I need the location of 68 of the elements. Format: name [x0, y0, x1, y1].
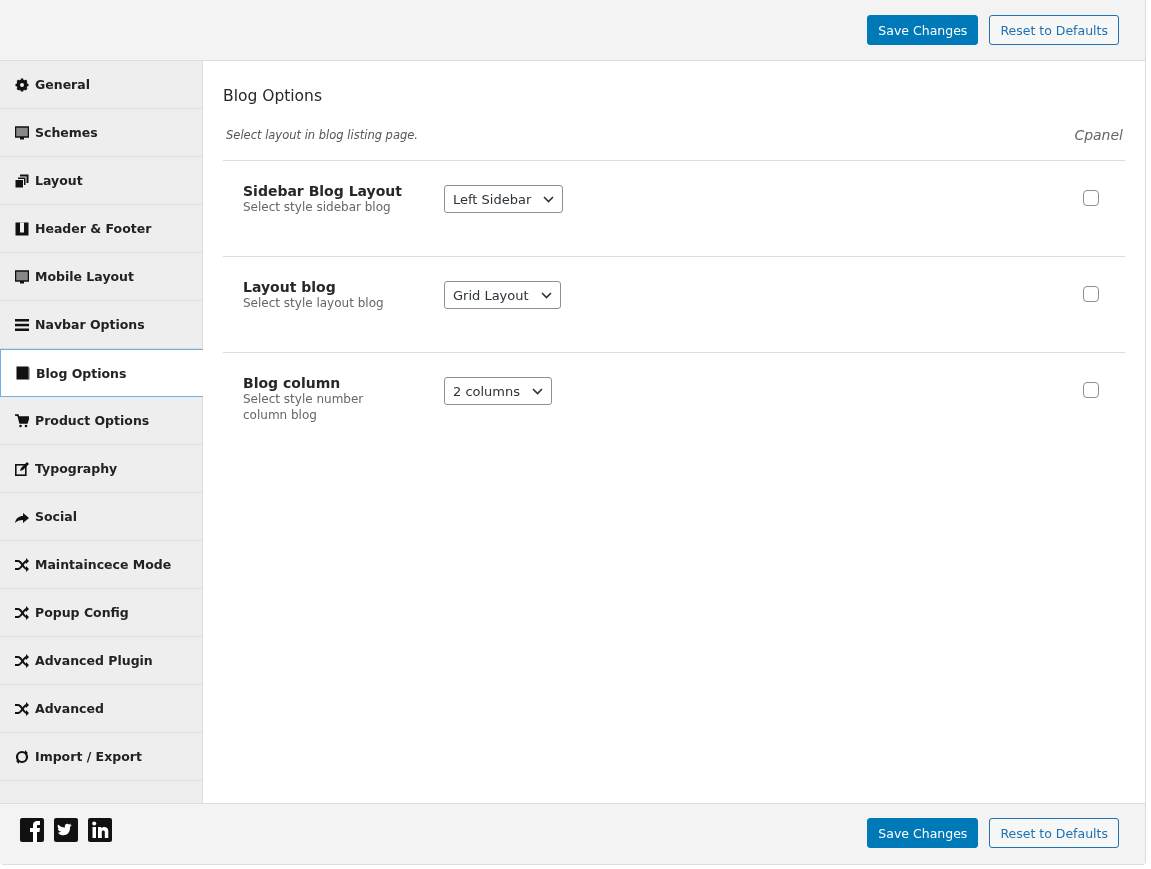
sidebar-item[interactable]: Header & Footer	[0, 205, 202, 253]
shuffle-icon	[15, 701, 29, 716]
side-label: Cpanel	[1074, 127, 1123, 143]
sidebar-item[interactable]: Blog Options	[0, 349, 204, 397]
chevron-down-icon	[540, 291, 552, 299]
setting-hint: Select style sidebar blog	[243, 199, 392, 215]
menu-icon	[15, 317, 29, 332]
reset-button[interactable]: Reset to Defaults	[989, 15, 1119, 45]
sidebar-item[interactable]: Typography	[0, 445, 202, 493]
setting-hint: Select style layout blog	[243, 295, 385, 311]
bookmark-icon	[15, 221, 29, 236]
sidebar-item-label: Mobile Layout	[35, 269, 134, 284]
monitor-icon	[15, 125, 29, 140]
sidebar-item-label: Header & Footer	[35, 221, 152, 236]
sidebar-item[interactable]: Popup Config	[0, 589, 202, 637]
sidebar-item[interactable]: Social	[0, 493, 202, 541]
chevron-down-icon	[532, 387, 544, 395]
sidebar-item-label: Typography	[35, 461, 118, 476]
sidebar-item-label: Navbar Options	[35, 317, 145, 332]
sidebar-item[interactable]: Product Options	[0, 397, 202, 445]
setting-label: Blog column	[243, 375, 342, 391]
sidebar-item-label: Blog Options	[36, 365, 127, 381]
setting-hint: Select style number column blog	[243, 391, 365, 423]
sidebar-item-label: General	[35, 77, 90, 92]
shuffle-icon	[15, 605, 29, 620]
edit-icon	[15, 461, 29, 476]
sidebar-item-label: Social	[35, 509, 77, 524]
shuffle-icon	[15, 653, 29, 668]
dropdown[interactable]: Left Sidebar	[444, 185, 564, 213]
save-button[interactable]: Save Changes	[867, 818, 979, 848]
sidebar-item[interactable]: Mobile Layout	[0, 253, 202, 301]
sidebar-item[interactable]: Maintaincece Mode	[0, 541, 202, 589]
sidebar-item-label: Maintaincece Mode	[35, 557, 172, 572]
dropdown[interactable]: 2 columns	[444, 377, 553, 405]
sidebar-item[interactable]: Schemes	[0, 109, 202, 157]
twitter-icon[interactable]	[54, 818, 78, 842]
chevron-down-icon	[543, 195, 555, 203]
facebook-icon[interactable]	[20, 818, 44, 842]
reset-button[interactable]: Reset to Defaults	[989, 818, 1119, 848]
section-title: Blog Options	[223, 87, 323, 105]
sidebar-item-label: Popup Config	[35, 605, 129, 620]
linkedin-icon[interactable]	[88, 818, 112, 842]
checkbox[interactable]	[1083, 190, 1099, 206]
refresh-icon	[15, 749, 29, 764]
checkbox[interactable]	[1083, 382, 1099, 398]
dropdown[interactable]: Grid Layout	[444, 281, 561, 309]
shuffle-icon	[15, 557, 29, 572]
sidebar-item[interactable]: Advanced	[0, 685, 202, 733]
setting-label: Layout blog	[243, 279, 337, 295]
sidebar-item-label: Advanced	[35, 701, 104, 716]
save-button[interactable]: Save Changes	[867, 15, 979, 45]
sidebar-item-label: Schemes	[35, 125, 98, 140]
sidebar-item-label: Layout	[35, 173, 83, 188]
cart-icon	[15, 413, 29, 428]
sidebar-item-label: Advanced Plugin	[35, 653, 153, 668]
section-description: Select layout in blog listing page.	[226, 128, 418, 142]
sidebar-item[interactable]: Import / Export	[0, 733, 202, 781]
book-icon	[16, 366, 30, 380]
sidebar-item-label: Import / Export	[35, 749, 142, 764]
checkbox[interactable]	[1083, 286, 1099, 302]
setting-label: Sidebar Blog Layout	[243, 183, 403, 199]
sidebar-item-label: Product Options	[35, 413, 150, 428]
sidebar-item[interactable]: Layout	[0, 157, 202, 205]
sidebar-item[interactable]: Advanced Plugin	[0, 637, 202, 685]
gear-icon	[15, 77, 29, 92]
sidebar-item[interactable]: General	[0, 61, 202, 109]
stacked-squares-icon	[15, 173, 29, 188]
monitor-icon	[15, 269, 29, 284]
